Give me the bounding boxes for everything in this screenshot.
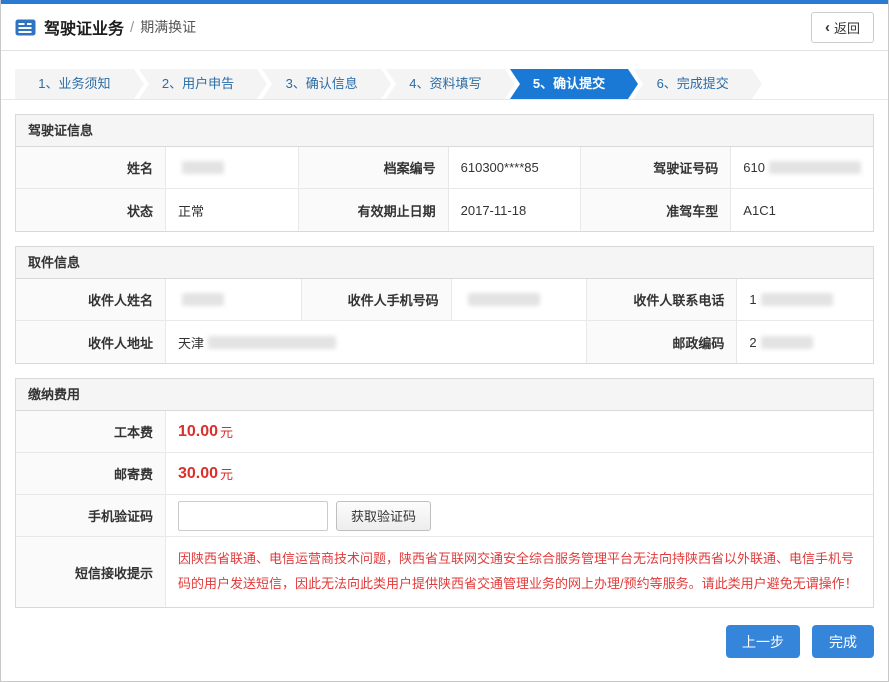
header: 驾驶证业务 / 期满换证 ‹ 返回 — [1, 4, 888, 51]
step-label: 3、确认信息 — [286, 76, 358, 91]
recipient-address-label: 收件人地址 — [16, 321, 166, 363]
production-fee-value: 10.00 元 — [166, 411, 873, 453]
recipient-mobile-label: 收件人手机号码 — [302, 279, 452, 321]
step-label: 6、完成提交 — [657, 76, 729, 91]
finish-button[interactable]: 完成 — [812, 625, 874, 658]
status-value: 正常 — [166, 189, 299, 231]
header-title-group: 驾驶证业务 / 期满换证 — [15, 15, 196, 39]
license-number-prefix: 610 — [743, 160, 765, 175]
postcode-prefix: 2 — [749, 335, 756, 350]
production-fee-unit: 元 — [220, 422, 233, 441]
recipient-phone-value: 1 — [737, 279, 873, 321]
recipient-address-value: 天津 — [166, 321, 587, 363]
get-sms-code-button[interactable]: 获取验证码 — [336, 501, 431, 531]
recipient-address-prefix: 天津 — [178, 333, 204, 352]
back-button[interactable]: ‹ 返回 — [811, 12, 874, 43]
sms-notice-text: 因陕西省联通、电信运营商技术问题，陕西省互联网交通安全综合服务管理平台无法向持陕… — [166, 537, 873, 606]
recipient-mobile-value — [452, 279, 588, 321]
expiry-date-label: 有效期止日期 — [299, 189, 449, 231]
step-label: 1、业务须知 — [38, 76, 110, 91]
steps-bar: 1、业务须知 2、用户申告 3、确认信息 4、资料填写 5、确认提交 6、完成提… — [1, 51, 888, 100]
license-card-icon — [15, 19, 36, 36]
postage-fee-amount: 30.00 — [178, 465, 218, 483]
pickup-info-section-title: 取件信息 — [16, 247, 873, 279]
redacted-value — [182, 293, 224, 306]
step-label: 4、资料填写 — [409, 76, 481, 91]
recipient-phone-prefix: 1 — [749, 292, 756, 307]
sms-code-input[interactable] — [178, 501, 328, 531]
pickup-info-section: 取件信息 收件人姓名 收件人手机号码 收件人联系电话 1 收件人地址 天津 邮政… — [15, 246, 874, 364]
sms-code-row: 获取验证码 — [166, 495, 873, 537]
postage-fee-label: 邮寄费 — [16, 453, 166, 495]
redacted-value — [208, 336, 336, 349]
back-button-label: 返回 — [834, 18, 860, 37]
license-number-value: 610 — [731, 147, 873, 189]
vehicle-class-value: A1C1 — [731, 189, 873, 231]
sms-notice-cell: 因陕西省联通、电信运营商技术问题，陕西省互联网交通安全综合服务管理平台无法向持陕… — [166, 537, 873, 607]
fees-section: 缴纳费用 工本费 10.00 元 邮寄费 30.00 元 手机验证码 获取验证码… — [15, 378, 874, 608]
footer-actions: 上一步 完成 — [1, 608, 888, 675]
file-number-label: 档案编号 — [299, 147, 449, 189]
redacted-value — [769, 161, 861, 174]
redacted-value — [761, 293, 833, 306]
recipient-name-value — [166, 279, 302, 321]
status-label: 状态 — [16, 189, 166, 231]
step-1-notice[interactable]: 1、业务须知 — [15, 69, 134, 99]
postage-fee-value: 30.00 元 — [166, 453, 873, 495]
license-number-label: 驾驶证号码 — [581, 147, 731, 189]
redacted-value — [761, 336, 813, 349]
title-separator: / — [130, 19, 134, 36]
previous-step-button[interactable]: 上一步 — [726, 625, 800, 658]
fees-section-title: 缴纳费用 — [16, 379, 873, 411]
step-5-confirm-submit[interactable]: 5、确认提交 — [510, 69, 629, 99]
postcode-value: 2 — [737, 321, 873, 363]
vehicle-class-label: 准驾车型 — [581, 189, 731, 231]
page-subtitle: 期满换证 — [140, 17, 196, 37]
name-value — [166, 147, 299, 189]
step-3-confirm-info[interactable]: 3、确认信息 — [262, 69, 381, 99]
expiry-date-value: 2017-11-18 — [449, 189, 582, 231]
step-label: 2、用户申告 — [162, 76, 234, 91]
production-fee-label: 工本费 — [16, 411, 166, 453]
name-label: 姓名 — [16, 147, 166, 189]
page-title: 驾驶证业务 — [44, 15, 124, 39]
step-4-fill-data[interactable]: 4、资料填写 — [386, 69, 505, 99]
sms-notice-label: 短信接收提示 — [16, 537, 166, 607]
postcode-label: 邮政编码 — [587, 321, 737, 363]
production-fee-amount: 10.00 — [178, 423, 218, 441]
step-2-declaration[interactable]: 2、用户申告 — [139, 69, 258, 99]
recipient-name-label: 收件人姓名 — [16, 279, 166, 321]
page: 驾驶证业务 / 期满换证 ‹ 返回 1、业务须知 2、用户申告 3、确认信息 4… — [0, 0, 889, 682]
file-number-value: 610300****85 — [449, 147, 582, 189]
recipient-phone-label: 收件人联系电话 — [587, 279, 737, 321]
license-info-section: 驾驶证信息 姓名 档案编号 610300****85 驾驶证号码 610 状态 … — [15, 114, 874, 232]
license-info-section-title: 驾驶证信息 — [16, 115, 873, 147]
redacted-value — [468, 293, 540, 306]
sms-code-label: 手机验证码 — [16, 495, 166, 537]
chevron-left-icon: ‹ — [825, 20, 830, 35]
step-6-complete-submit[interactable]: 6、完成提交 — [633, 69, 752, 99]
redacted-value — [182, 161, 224, 174]
postage-fee-unit: 元 — [220, 464, 233, 483]
step-label: 5、确认提交 — [533, 76, 605, 91]
